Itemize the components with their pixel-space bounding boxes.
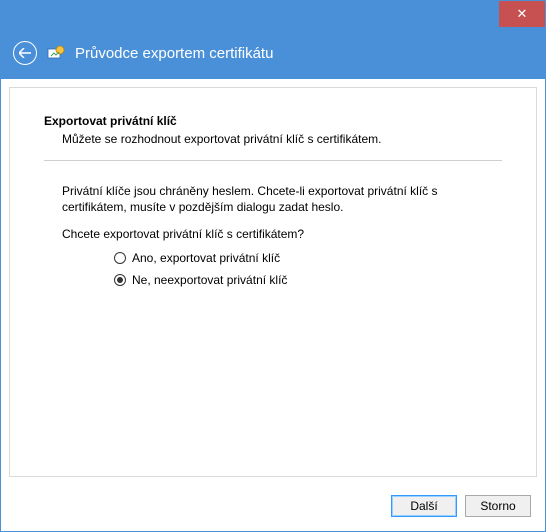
footer: Další Storno (1, 485, 545, 531)
section-title: Exportovat privátní klíč (44, 114, 502, 128)
wizard-window: ✕ Průvodce exportem certifikátu Exportov… (0, 0, 546, 532)
divider (44, 160, 502, 161)
radio-yes[interactable]: Ano, exportovat privátní klíč (114, 251, 502, 265)
radio-group: Ano, exportovat privátní klíč Ne, neexpo… (114, 251, 502, 287)
close-icon: ✕ (517, 6, 528, 22)
close-button[interactable]: ✕ (499, 1, 545, 27)
arrow-left-icon (19, 48, 31, 58)
cancel-button[interactable]: Storno (465, 495, 531, 517)
question-text: Chcete exportovat privátní klíč s certif… (62, 227, 502, 241)
wizard-title: Průvodce exportem certifikátu (75, 45, 273, 62)
radio-no[interactable]: Ne, neexportovat privátní klíč (114, 273, 502, 287)
wizard-header: Průvodce exportem certifikátu (1, 27, 545, 79)
radio-no-label: Ne, neexportovat privátní klíč (132, 273, 287, 287)
titlebar: ✕ (1, 1, 545, 27)
content-area: Exportovat privátní klíč Můžete se rozho… (1, 79, 545, 485)
inner-panel: Exportovat privátní klíč Můžete se rozho… (9, 87, 537, 477)
back-button[interactable] (13, 41, 37, 65)
next-button[interactable]: Další (391, 495, 457, 517)
info-text: Privátní klíče jsou chráněny heslem. Chc… (62, 183, 502, 215)
section-description: Můžete se rozhodnout exportovat privátní… (62, 132, 502, 146)
certificate-wizard-icon (47, 44, 65, 62)
radio-yes-label: Ano, exportovat privátní klíč (132, 251, 280, 265)
radio-icon (114, 274, 126, 286)
radio-icon (114, 252, 126, 264)
